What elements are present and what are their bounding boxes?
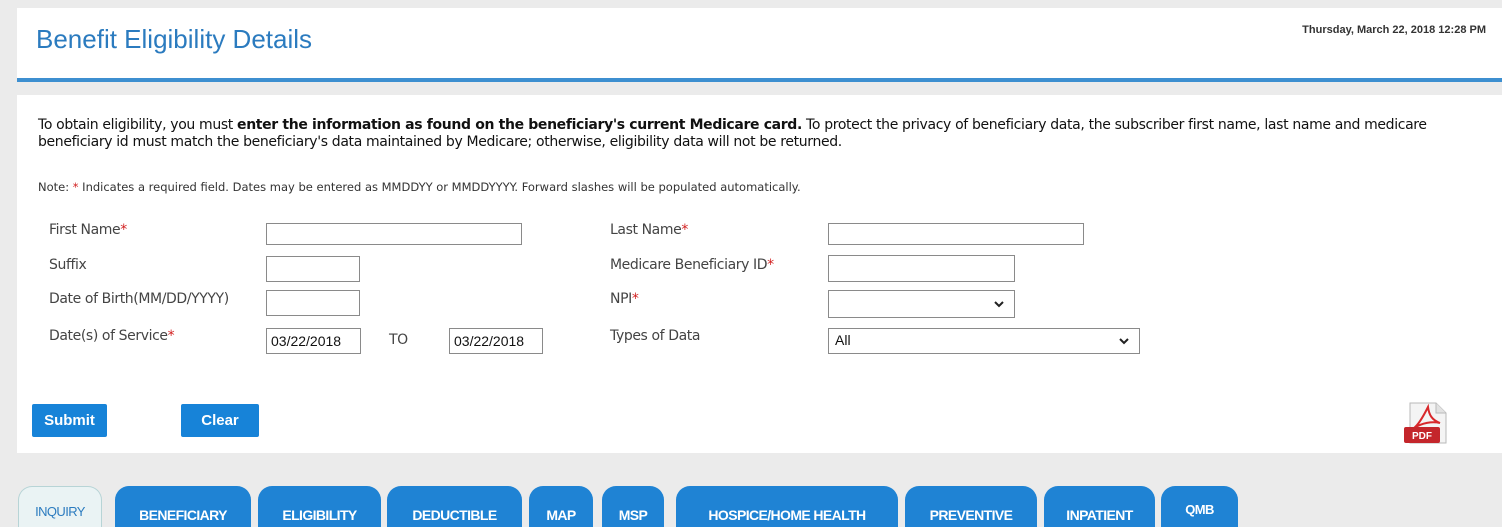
- dob-label: Date of Birth(MM/DD/YYYY): [49, 291, 229, 307]
- submit-button[interactable]: Submit: [32, 404, 107, 437]
- last-name-label-text: Last Name: [610, 222, 682, 238]
- tab-qmb[interactable]: QMB: [1161, 486, 1238, 527]
- page-title: Benefit Eligibility Details: [36, 24, 313, 54]
- required-star: *: [767, 257, 774, 273]
- tab-beneficiary[interactable]: BENEFICIARY: [115, 486, 251, 527]
- eligibility-form-panel: To obtain eligibility, you must enter th…: [17, 95, 1502, 453]
- note-text: Indicates a required field. Dates may be…: [78, 180, 801, 194]
- intro-text-bold: enter the information as found on the be…: [237, 117, 802, 133]
- suffix-label: Suffix: [49, 257, 87, 273]
- pdf-icon-label: PDF: [1412, 431, 1432, 442]
- first-name-label: First Name*: [49, 222, 127, 238]
- tab-hospice-home-health[interactable]: HOSPICE/HOME HEALTH: [676, 486, 898, 527]
- suffix-input[interactable]: [266, 256, 360, 282]
- npi-label: NPI*: [610, 291, 639, 307]
- last-name-label: Last Name*: [610, 222, 688, 238]
- required-star: *: [631, 291, 639, 307]
- required-star: *: [681, 222, 688, 238]
- first-name-label-text: First Name: [49, 222, 121, 238]
- required-star: *: [120, 222, 127, 238]
- intro-text-part1: To obtain eligibility, you must: [38, 117, 238, 133]
- types-of-data-value: All: [835, 332, 851, 348]
- dob-input[interactable]: [266, 290, 360, 316]
- note-prefix: Note:: [38, 180, 73, 194]
- first-name-input[interactable]: [266, 223, 522, 245]
- dos-to-label: TO: [389, 332, 408, 348]
- tab-msp[interactable]: MSP: [602, 486, 664, 527]
- dos-label: Date(s) of Service*: [49, 328, 175, 344]
- types-of-data-select[interactable]: All: [828, 328, 1140, 354]
- chevron-down-icon: [994, 301, 1004, 308]
- dos-label-text: Date(s) of Service: [49, 328, 168, 344]
- intro-text: To obtain eligibility, you must enter th…: [38, 117, 1493, 151]
- tab-inpatient[interactable]: INPATIENT: [1044, 486, 1155, 527]
- required-star: *: [167, 328, 175, 344]
- page-header: Benefit Eligibility Details Thursday, Ma…: [17, 8, 1502, 82]
- clear-button[interactable]: Clear: [181, 404, 259, 437]
- mbi-label: Medicare Beneficiary ID*: [610, 257, 774, 273]
- npi-label-text: NPI: [610, 291, 632, 307]
- dos-from-input[interactable]: [266, 328, 361, 354]
- last-name-input[interactable]: [828, 223, 1084, 245]
- npi-select[interactable]: [828, 290, 1015, 318]
- dos-to-input[interactable]: [449, 328, 543, 354]
- current-datetime: Thursday, March 22, 2018 12:28 PM: [1302, 24, 1486, 36]
- tab-eligibility[interactable]: ELIGIBILITY: [258, 486, 381, 527]
- tab-deductible[interactable]: DEDUCTIBLE: [387, 486, 522, 527]
- types-of-data-label: Types of Data: [610, 328, 701, 344]
- chevron-down-icon: [1119, 338, 1129, 345]
- required-note: Note: * Indicates a required field. Date…: [38, 180, 801, 194]
- tab-inquiry[interactable]: INQUIRY: [18, 486, 102, 527]
- pdf-icon[interactable]: PDF: [1402, 399, 1452, 447]
- mbi-label-text: Medicare Beneficiary ID: [610, 257, 768, 273]
- tab-map[interactable]: MAP: [529, 486, 593, 527]
- tab-preventive[interactable]: PREVENTIVE: [905, 486, 1037, 527]
- mbi-input[interactable]: [828, 255, 1015, 282]
